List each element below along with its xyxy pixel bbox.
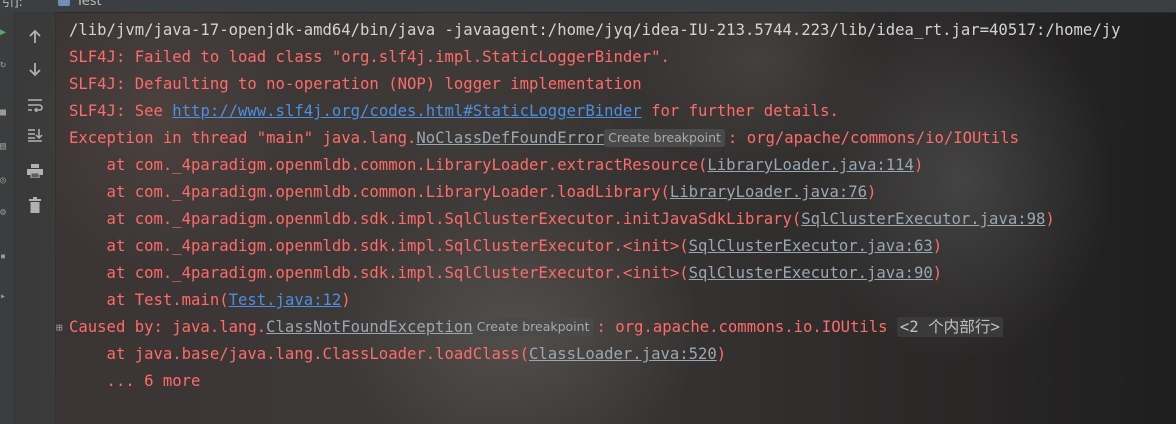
layout-icon[interactable]: ▤ — [0, 142, 10, 152]
slf4j-line-3: SLF4J: See http://www.slf4j.org/codes.ht… — [69, 98, 839, 125]
exception-line: Exception in thread "main" java.lang.NoC… — [69, 125, 1019, 152]
soft-wrap-icon[interactable] — [23, 94, 47, 116]
rerun-icon[interactable]: ↻ — [0, 60, 10, 70]
frame-text: at com._4paradigm.openmldb.common.Librar… — [69, 156, 708, 174]
caused-prefix: Caused by: java.lang. — [69, 318, 267, 336]
expand-icon[interactable]: ▸ — [0, 292, 10, 302]
command-line: /lib/jvm/java-17-openjdk-amd64/bin/java … — [69, 21, 1121, 39]
frame-close: ) — [932, 237, 943, 255]
stack-frame: at com._4paradigm.openmldb.sdk.impl.SqlC… — [69, 206, 1055, 233]
stack-frame: at Test.main(Test.java:12) — [69, 287, 351, 314]
settings-icon[interactable]: ⚙ — [0, 208, 10, 218]
frame-close: ) — [867, 183, 877, 201]
frame-source-link[interactable]: Test.java:12 — [229, 291, 342, 309]
stop-icon[interactable]: ■ — [0, 108, 10, 118]
up-arrow-icon[interactable] — [23, 26, 47, 48]
tab-test[interactable]: Test — [58, 0, 102, 9]
exception-message: : org/apache/commons/io/IOUtils — [727, 129, 1019, 147]
caused-class-link[interactable]: ClassNotFoundException — [266, 318, 473, 336]
frame-source-link[interactable]: SqlClusterExecutor.java:63 — [689, 237, 933, 255]
scroll-to-end-icon[interactable] — [23, 124, 47, 146]
frame-text: at com._4paradigm.openmldb.sdk.impl.SqlC… — [69, 210, 802, 228]
create-breakpoint-hint[interactable]: Create breakpoint — [472, 318, 594, 336]
frame-source-link[interactable]: LibraryLoader.java:76 — [670, 183, 867, 201]
frame-text: at Test.main( — [69, 291, 229, 309]
internal-lines-fold[interactable]: <2 个内部行> — [896, 317, 1003, 337]
camera-icon[interactable]: ◎ — [0, 176, 10, 186]
slf4j-url-link[interactable]: http://www.slf4j.org/codes.html#StaticLo… — [172, 102, 641, 120]
frame-close: ) — [913, 156, 924, 174]
stack-frame: at com._4paradigm.openmldb.sdk.impl.SqlC… — [69, 260, 943, 287]
console-tab-icon — [58, 0, 70, 6]
clipped-label: 引]: — [2, 0, 23, 9]
caused-by-line: ⊞ Caused by: java.lang.ClassNotFoundExcep… — [56, 314, 1003, 341]
slf4j-details-text: for further details. — [641, 102, 839, 120]
frame-close: ) — [341, 291, 351, 309]
frame-text: at com._4paradigm.openmldb.common.Librar… — [69, 183, 670, 201]
frame-close: ) — [1045, 210, 1055, 228]
left-gutter-strip: ▶ ↻ ■ ▤ ◎ ⚙ ▪ ▸ — [0, 12, 15, 424]
exception-prefix: Exception in thread "main" java.lang. — [69, 129, 417, 147]
console-output[interactable]: /lib/jvm/java-17-openjdk-amd64/bin/java … — [56, 12, 1176, 424]
fold-plus-icon[interactable]: ⊞ — [56, 314, 69, 341]
console-toolbar — [15, 12, 56, 424]
stack-frame: at com._4paradigm.openmldb.sdk.impl.SqlC… — [69, 233, 943, 260]
pin-icon[interactable]: ▪ — [0, 252, 10, 262]
frame-text: at com._4paradigm.openmldb.sdk.impl.SqlC… — [69, 237, 689, 255]
slf4j-line-1: SLF4J: Failed to load class "org.slf4j.i… — [69, 48, 670, 66]
frame-text: at com._4paradigm.openmldb.sdk.impl.SqlC… — [69, 264, 689, 282]
slf4j-see-text: SLF4J: See — [69, 102, 173, 120]
frame-source-link[interactable]: SqlClusterExecutor.java:90 — [689, 264, 933, 282]
create-breakpoint-hint[interactable]: Create breakpoint — [604, 129, 725, 147]
frame-source-link[interactable]: SqlClusterExecutor.java:98 — [801, 210, 1045, 228]
tab-label: Test — [76, 0, 102, 9]
stack-frame: at java.base/java.lang.ClassLoader.loadC… — [69, 341, 727, 368]
trash-icon[interactable] — [23, 194, 47, 216]
stack-frame: at com._4paradigm.openmldb.common.Librar… — [69, 179, 877, 206]
caused-message: : org.apache.commons.io.IOUtils — [596, 318, 897, 336]
frame-text: at java.base/java.lang.ClassLoader.loadC… — [69, 345, 530, 363]
exception-class-link[interactable]: NoClassDefFoundError — [416, 129, 604, 147]
more-frames-line: ... 6 more — [69, 372, 201, 390]
print-icon[interactable] — [23, 160, 47, 182]
frame-source-link[interactable]: ClassLoader.java:520 — [529, 345, 717, 363]
frame-close: ) — [932, 264, 943, 282]
frame-close: ) — [716, 345, 727, 363]
run-icon[interactable]: ▶ — [0, 28, 10, 38]
frame-source-link[interactable]: LibraryLoader.java:114 — [707, 156, 914, 174]
down-arrow-icon[interactable] — [23, 58, 47, 80]
stack-frame: at com._4paradigm.openmldb.common.Librar… — [69, 152, 924, 179]
slf4j-line-2: SLF4J: Defaulting to no-operation (NOP) … — [69, 75, 642, 93]
